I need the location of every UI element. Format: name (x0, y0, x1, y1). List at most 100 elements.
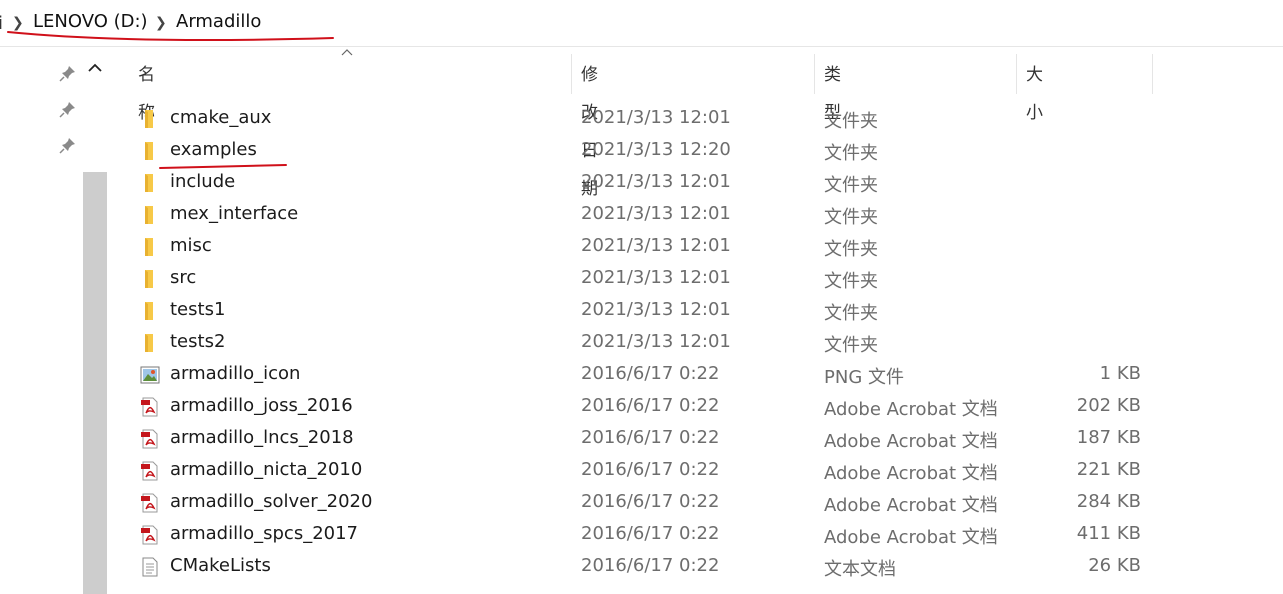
file-name[interactable]: misc (170, 235, 212, 256)
file-type: Adobe Acrobat 文档 (824, 463, 998, 484)
file-name[interactable]: armadillo_nicta_2010 (170, 459, 362, 480)
file-name[interactable]: include (170, 171, 235, 192)
folder-icon (140, 333, 160, 353)
file-row[interactable]: examples 2021/3/13 12:20 文件夹 (130, 135, 1150, 167)
file-name[interactable]: tests2 (170, 331, 225, 352)
file-modified-date: 2021/3/13 12:01 (581, 107, 731, 128)
file-row[interactable]: src 2021/3/13 12:01 文件夹 (130, 263, 1150, 295)
file-modified-date: 2016/6/17 0:22 (581, 459, 720, 480)
column-divider[interactable] (814, 54, 815, 94)
file-type: 文本文档 (824, 559, 896, 580)
file-type: 文件夹 (824, 143, 878, 164)
column-header-size[interactable]: 大小 (1026, 56, 1043, 123)
pdf-file-icon (140, 525, 160, 545)
file-modified-date: 2016/6/17 0:22 (581, 363, 720, 384)
file-name[interactable]: mex_interface (170, 203, 298, 224)
file-row[interactable]: armadillo_spcs_2017 2016/6/17 0:22 Adobe A… (130, 519, 1150, 551)
file-modified-date: 2021/3/13 12:20 (581, 139, 731, 160)
file-row[interactable]: armadillo_joss_2016 2016/6/17 0:22 Adobe A… (130, 391, 1150, 423)
file-modified-date: 2016/6/17 0:22 (581, 523, 720, 544)
column-header-date[interactable]: 修改日期 (581, 56, 598, 199)
file-type: 文件夹 (824, 335, 878, 356)
file-name[interactable]: armadillo_icon (170, 363, 300, 384)
file-name[interactable]: armadillo_solver_2020 (170, 491, 372, 512)
file-modified-date: 2021/3/13 12:01 (581, 299, 731, 320)
file-type: 文件夹 (824, 271, 878, 292)
chevron-right-icon[interactable]: ❯ (155, 15, 167, 31)
file-name[interactable]: tests1 (170, 299, 225, 320)
file-type: Adobe Acrobat 文档 (824, 399, 998, 420)
address-bar[interactable]: i ❯ LENOVO (D:) ❯ Armadillo (0, 0, 1283, 47)
file-type: 文件夹 (824, 239, 878, 260)
pin-icon[interactable] (59, 136, 77, 154)
file-modified-date: 2021/3/13 12:01 (581, 235, 731, 256)
file-modified-date: 2016/6/17 0:22 (581, 395, 720, 416)
folder-icon (140, 237, 160, 257)
scrollbar-thumb[interactable] (83, 172, 107, 594)
column-divider[interactable] (1016, 54, 1017, 94)
file-row[interactable]: mex_interface 2021/3/13 12:01 文件夹 (130, 199, 1150, 231)
file-modified-date: 2016/6/17 0:22 (581, 491, 720, 512)
file-row[interactable]: cmake_aux 2021/3/13 12:01 文件夹 (130, 103, 1150, 135)
file-modified-date: 2021/3/13 12:01 (581, 203, 731, 224)
file-type: 文件夹 (824, 303, 878, 324)
pin-icon[interactable] (59, 64, 77, 82)
file-name[interactable]: armadillo_joss_2016 (170, 395, 353, 416)
file-type: Adobe Acrobat 文档 (824, 495, 998, 516)
file-modified-date: 2021/3/13 12:01 (581, 331, 731, 352)
folder-icon (140, 269, 160, 289)
file-row[interactable]: tests2 2021/3/13 12:01 文件夹 (130, 327, 1150, 359)
image-file-icon (140, 365, 160, 385)
file-row[interactable]: armadillo_lncs_2018 2016/6/17 0:22 Adobe A… (130, 423, 1150, 455)
folder-icon (140, 173, 160, 193)
file-modified-date: 2021/3/13 12:01 (581, 171, 731, 192)
file-size: 411 KB (1076, 523, 1141, 544)
file-modified-date: 2016/6/17 0:22 (581, 427, 720, 448)
column-divider[interactable] (571, 54, 572, 94)
file-row[interactable]: armadillo_icon 2016/6/17 0:22 PNG 文件 1 KB (130, 359, 1150, 391)
chevron-up-icon (88, 63, 102, 72)
file-name[interactable]: CMakeLists (170, 555, 271, 576)
file-row[interactable]: misc 2021/3/13 12:01 文件夹 (130, 231, 1150, 263)
file-type: 文件夹 (824, 207, 878, 228)
text-file-icon (140, 557, 160, 577)
file-row[interactable]: tests1 2021/3/13 12:01 文件夹 (130, 295, 1150, 327)
file-name[interactable]: armadillo_spcs_2017 (170, 523, 358, 544)
file-type: 文件夹 (824, 175, 878, 196)
file-size: 221 KB (1076, 459, 1141, 480)
file-modified-date: 2021/3/13 12:01 (581, 267, 731, 288)
file-size: 202 KB (1076, 395, 1141, 416)
pdf-file-icon (140, 461, 160, 481)
sort-ascending-icon (341, 49, 353, 56)
file-row[interactable]: armadillo_nicta_2010 2016/6/17 0:22 Adobe … (130, 455, 1150, 487)
file-size: 26 KB (1088, 555, 1141, 576)
pdf-file-icon (140, 397, 160, 417)
file-row[interactable]: include 2021/3/13 12:01 文件夹 (130, 167, 1150, 199)
column-divider[interactable] (1152, 54, 1153, 94)
file-type: 文件夹 (824, 111, 878, 132)
file-size: 284 KB (1076, 491, 1141, 512)
pdf-file-icon (140, 429, 160, 449)
column-header-name[interactable]: 名称 (138, 56, 155, 123)
file-type: PNG 文件 (824, 367, 904, 388)
file-size: 187 KB (1076, 427, 1141, 448)
file-type: Adobe Acrobat 文档 (824, 527, 998, 548)
folder-icon (140, 109, 160, 129)
file-name[interactable]: src (170, 267, 196, 288)
pin-icon[interactable] (59, 100, 77, 118)
breadcrumb-item-drive[interactable]: LENOVO (D:) (33, 11, 148, 32)
breadcrumb-overflow[interactable]: i (0, 13, 3, 34)
breadcrumb-item-folder[interactable]: Armadillo (176, 11, 261, 32)
pdf-file-icon (140, 493, 160, 513)
chevron-right-icon[interactable]: ❯ (12, 15, 24, 31)
folder-icon (140, 141, 160, 161)
file-name[interactable]: examples (170, 139, 257, 160)
file-name[interactable]: armadillo_lncs_2018 (170, 427, 354, 448)
column-header-type[interactable]: 类型 (824, 56, 841, 123)
folder-icon (140, 205, 160, 225)
file-name[interactable]: cmake_aux (170, 107, 271, 128)
file-row[interactable]: armadillo_solver_2020 2016/6/17 0:22 Adobe… (130, 487, 1150, 519)
file-type: Adobe Acrobat 文档 (824, 431, 998, 452)
scroll-up-button[interactable] (83, 58, 107, 80)
file-row[interactable]: CMakeLists 2016/6/17 0:22 文本文档 26 KB (130, 551, 1150, 583)
